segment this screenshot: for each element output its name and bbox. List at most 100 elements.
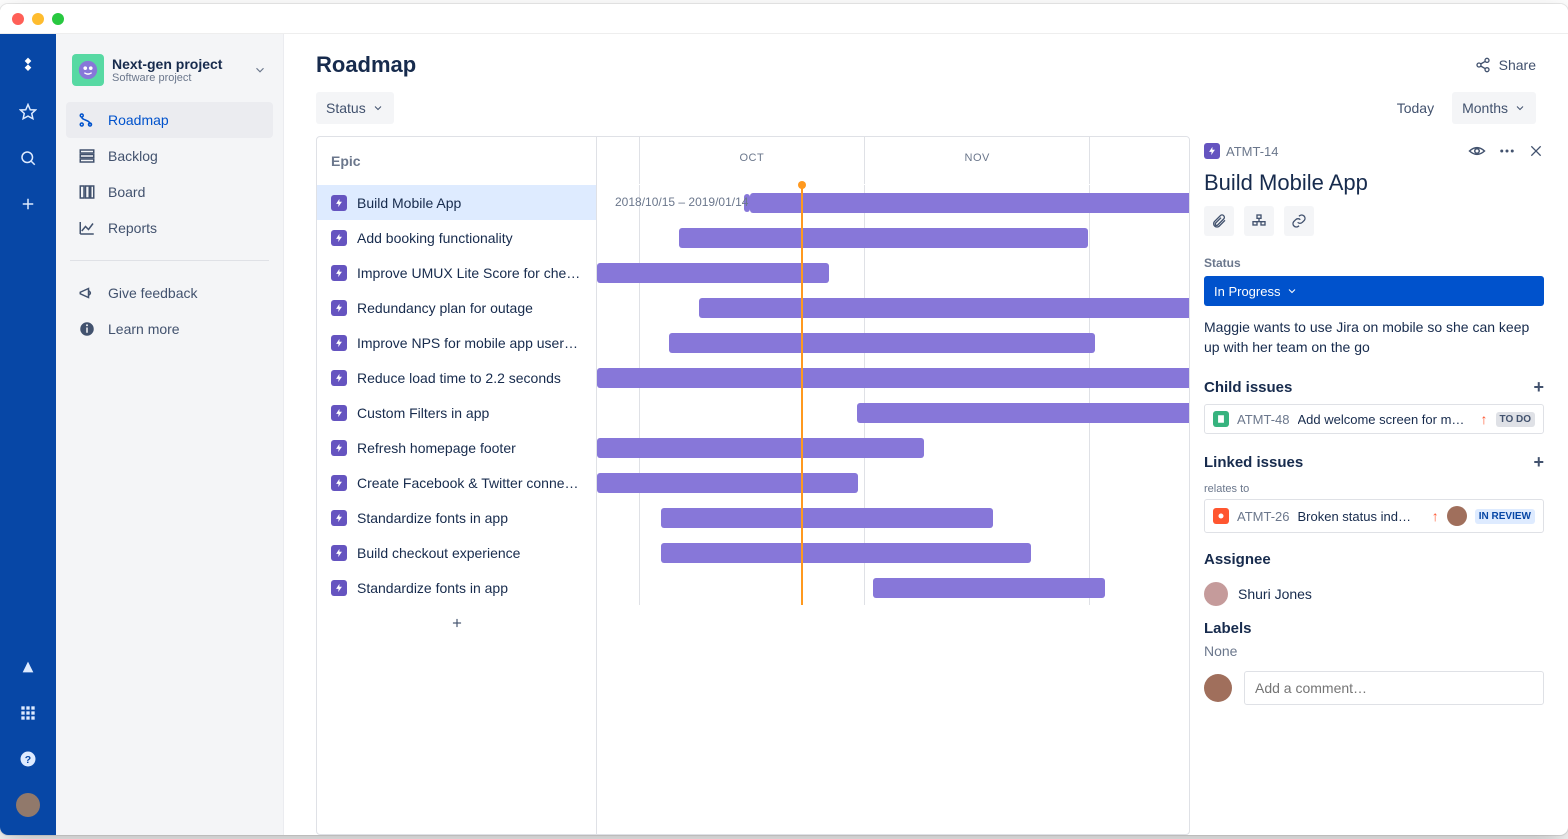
range-dropdown[interactable]: Months — [1452, 92, 1536, 124]
more-actions-icon[interactable] — [1498, 142, 1516, 160]
today-button[interactable]: Today — [1387, 92, 1444, 124]
info-icon — [76, 318, 98, 340]
add-linked-issue-icon[interactable]: + — [1533, 452, 1544, 473]
sidebar-item-learn[interactable]: Learn more — [66, 311, 273, 347]
epic-row[interactable]: Reduce load time to 2.2 seconds — [317, 360, 596, 395]
sidebar-item-feedback[interactable]: Give feedback — [66, 275, 273, 311]
status-dropdown[interactable]: In Progress — [1204, 276, 1544, 306]
attachment-icon — [1211, 213, 1227, 229]
roadmap-icon — [76, 109, 98, 131]
global-nav: ? — [0, 34, 56, 835]
minimize-window-icon[interactable] — [32, 13, 44, 25]
epic-bar[interactable] — [857, 403, 1189, 423]
create-epic-button[interactable] — [317, 605, 596, 640]
range-label: Months — [1462, 100, 1508, 116]
search-icon[interactable] — [12, 142, 44, 174]
epic-row[interactable]: Create Facebook & Twitter connector — [317, 465, 596, 500]
epic-bar[interactable] — [661, 543, 1031, 563]
timeline-row — [597, 325, 1189, 360]
epic-type-icon — [331, 405, 347, 421]
epic-type-icon — [331, 440, 347, 456]
watch-icon[interactable] — [1468, 142, 1486, 160]
star-icon[interactable] — [12, 96, 44, 128]
linked-issue-row[interactable]: ATMT-26 Broken status ind… ↑ IN REVIEW — [1204, 499, 1544, 533]
linked-issues-header: Linked issues + — [1204, 446, 1544, 479]
comment-input[interactable] — [1244, 671, 1544, 705]
app-switcher-icon[interactable] — [12, 697, 44, 729]
epic-row[interactable]: Improve UMUX Lite Score for checko… — [317, 255, 596, 290]
filter-status-dropdown[interactable]: Status — [316, 92, 394, 124]
project-name: Next-gen project — [112, 56, 253, 72]
sidebar-item-roadmap[interactable]: Roadmap — [66, 102, 273, 138]
epic-bar[interactable] — [750, 193, 1189, 213]
epic-row[interactable]: Build checkout experience — [317, 535, 596, 570]
product-logo-icon[interactable] — [12, 50, 44, 82]
main-panel: Roadmap Share Status Today Months — [284, 34, 1568, 835]
issue-key[interactable]: ATMT-14 — [1204, 143, 1279, 159]
profile-avatar[interactable] — [12, 789, 44, 821]
epic-bar[interactable] — [597, 263, 829, 283]
timeline-row: 2018/10/15 – 2019/01/14 — [597, 185, 1189, 220]
current-user-avatar — [1204, 674, 1232, 702]
project-type: Software project — [112, 72, 253, 84]
priority-up-icon: ↑ — [1481, 411, 1488, 427]
timeline-header: OCTNOV — [597, 137, 1189, 185]
add-child-button[interactable] — [1244, 206, 1274, 236]
project-logo-icon — [72, 54, 104, 86]
board-icon — [76, 181, 98, 203]
linked-issue-summary: Broken status ind… — [1298, 509, 1424, 524]
epic-type-icon — [331, 545, 347, 561]
epic-row[interactable]: Custom Filters in app — [317, 395, 596, 430]
backlog-icon — [76, 145, 98, 167]
status-value: In Progress — [1214, 284, 1280, 299]
epic-row[interactable]: Redundancy plan for outage — [317, 290, 596, 325]
epic-name: Build checkout experience — [357, 545, 520, 561]
help-icon[interactable]: ? — [12, 743, 44, 775]
close-panel-icon[interactable] — [1528, 143, 1544, 159]
assignee-label: Assignee — [1204, 551, 1271, 568]
project-switcher[interactable]: Next-gen project Software project — [66, 50, 273, 90]
labels-value[interactable]: None — [1204, 643, 1544, 659]
epic-row[interactable]: Standardize fonts in app — [317, 500, 596, 535]
status-field-label: Status — [1204, 256, 1544, 270]
sidebar-item-board[interactable]: Board — [66, 174, 273, 210]
epic-row[interactable]: Refresh homepage footer — [317, 430, 596, 465]
attach-button[interactable] — [1204, 206, 1234, 236]
add-child-issue-icon[interactable]: + — [1533, 377, 1544, 398]
close-window-icon[interactable] — [12, 13, 24, 25]
sidebar-item-reports[interactable]: Reports — [66, 210, 273, 246]
epic-type-icon — [331, 265, 347, 281]
share-button[interactable]: Share — [1475, 57, 1536, 73]
epic-row[interactable]: Standardize fonts in app — [317, 570, 596, 605]
epic-bar[interactable] — [699, 298, 1189, 318]
maximize-window-icon[interactable] — [52, 13, 64, 25]
epic-bar[interactable] — [661, 508, 993, 528]
epic-row[interactable]: Improve NPS for mobile app users by … — [317, 325, 596, 360]
epic-bar[interactable] — [597, 473, 858, 493]
epic-bar[interactable] — [679, 228, 1088, 248]
issue-title[interactable]: Build Mobile App — [1204, 164, 1544, 206]
link-issue-button[interactable] — [1284, 206, 1314, 236]
epic-row[interactable]: Build Mobile App — [317, 185, 596, 220]
epic-name: Create Facebook & Twitter connector — [357, 475, 582, 491]
epic-name: Build Mobile App — [357, 195, 461, 211]
child-issue-row[interactable]: ATMT-48 Add welcome screen for m… ↑ TO D… — [1204, 404, 1544, 434]
epic-bar[interactable] — [669, 333, 1095, 353]
child-issue-status: TO DO — [1496, 412, 1535, 427]
issue-description[interactable]: Maggie wants to use Jira on mobile so sh… — [1204, 306, 1544, 371]
linked-issue-status: IN REVIEW — [1475, 509, 1535, 524]
epic-name: Improve NPS for mobile app users by … — [357, 335, 582, 351]
epic-bar[interactable] — [597, 368, 1189, 388]
sidebar-item-backlog[interactable]: Backlog — [66, 138, 273, 174]
timeline-body: 2018/10/15 – 2019/01/14 — [597, 185, 1189, 605]
epic-column-header: Epic — [317, 137, 596, 185]
timeline-row — [597, 500, 1189, 535]
today-indicator — [801, 185, 803, 605]
create-icon[interactable] — [12, 188, 44, 220]
epic-bar[interactable] — [597, 438, 924, 458]
assignee-field[interactable]: Shuri Jones — [1204, 574, 1544, 614]
epic-bar[interactable] — [873, 578, 1105, 598]
notifications-icon[interactable] — [12, 651, 44, 683]
epic-row[interactable]: Add booking functionality — [317, 220, 596, 255]
timeline-row — [597, 360, 1189, 395]
